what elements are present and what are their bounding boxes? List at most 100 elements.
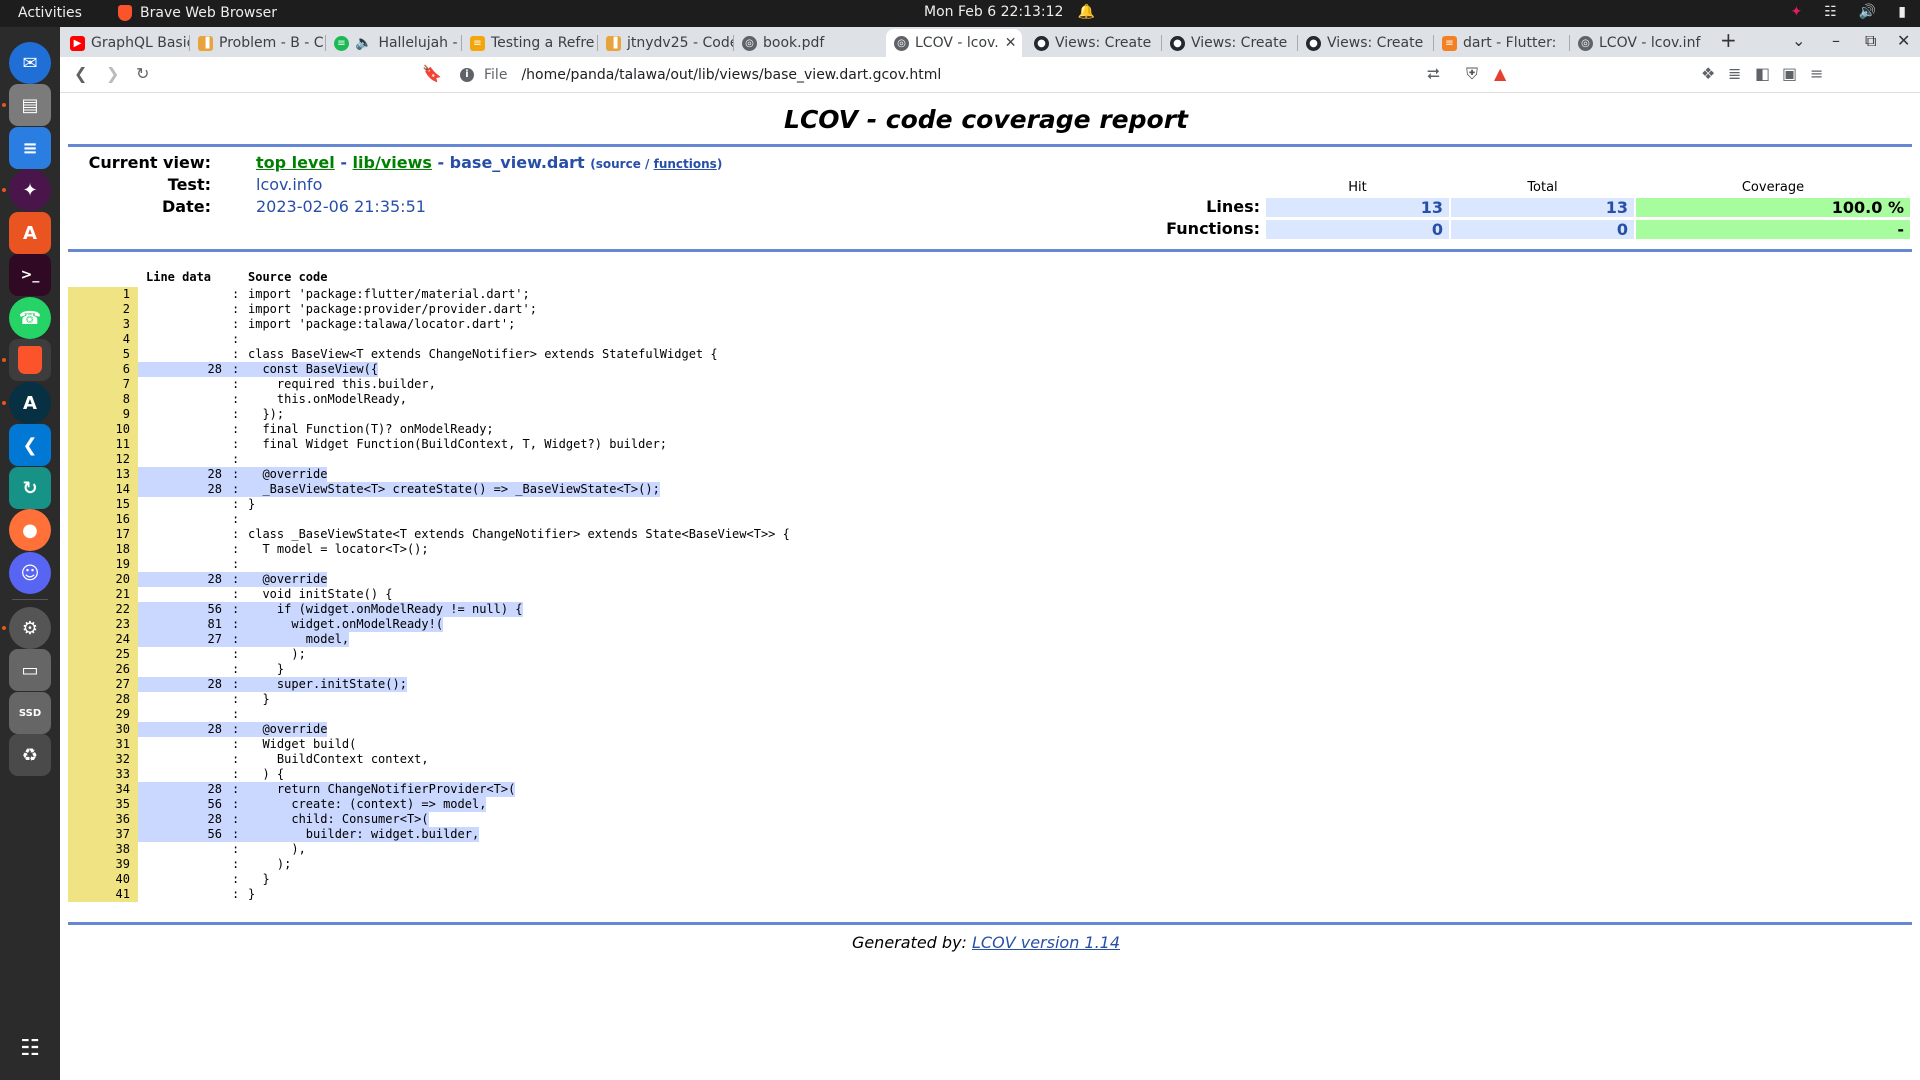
hit-count: 28 [207, 782, 222, 796]
separator: : [232, 722, 240, 736]
line-number: 35 [68, 797, 138, 812]
app-center-icon[interactable]: A [9, 212, 51, 254]
tab-0[interactable]: ▶ GraphQL Basic [62, 29, 190, 57]
line-number: 27 [68, 677, 138, 692]
breadcrumb-lib-views[interactable]: lib/views [353, 153, 432, 172]
url-text: /home/panda/talawa/out/lib/views/base_vi… [521, 67, 942, 83]
tab-8[interactable]: ● Views: Create [1162, 29, 1298, 57]
trash-icon[interactable]: ♻ [9, 734, 51, 776]
address-bar[interactable]: i File /home/panda/talawa/out/lib/views/… [450, 60, 1450, 90]
separator: : [232, 842, 240, 856]
clock[interactable]: Mon Feb 6 22:13:12 🔔 [924, 4, 1095, 20]
thunderbird-icon[interactable]: ✉ [9, 42, 51, 84]
tab-1[interactable]: ▐ Problem - B - C [190, 29, 326, 57]
playlist-icon[interactable]: ≣ [1728, 64, 1741, 83]
footer-divider [68, 922, 1912, 925]
separator: : [232, 317, 240, 331]
tab-7[interactable]: ● Views: Create [1026, 29, 1162, 57]
separator: : [232, 812, 240, 826]
tab-close-icon[interactable]: ✕ [1005, 35, 1017, 51]
tab-9[interactable]: ● Views: Create [1298, 29, 1434, 57]
menu-icon[interactable]: ≡ [1810, 64, 1823, 83]
new-tab-button[interactable]: + [1720, 28, 1737, 52]
info-icon[interactable]: i [460, 68, 474, 82]
source-line: 22 56: if (widget.onModelReady != null) { [68, 602, 1912, 617]
code-text: ); [248, 647, 306, 661]
source-line: 9: }); [68, 407, 1912, 422]
source-line: 27 28: super.initState(); [68, 677, 1912, 692]
line-number: 8 [68, 392, 138, 407]
tab-6-active[interactable]: ◎ LCOV - lcov. ✕ [886, 29, 1022, 57]
brave-shields-icon[interactable]: ⛨ [1466, 64, 1478, 84]
code-text: import 'package:flutter/material.dart'; [248, 287, 530, 301]
maximize-button[interactable]: ⧉ [1865, 31, 1876, 51]
lcov-version-link[interactable]: LCOV version 1.14 [972, 933, 1120, 952]
app-menu[interactable]: Brave Web Browser [118, 5, 277, 21]
blog-icon: ≡ [470, 35, 485, 51]
tab-10[interactable]: ≡ dart - Flutter: [1434, 29, 1570, 57]
system-tray[interactable]: ✦ ☷ 🔊 ▮ [1791, 4, 1906, 20]
functions-label: Functions: [1166, 219, 1260, 238]
show-apps-icon[interactable]: ☷ [9, 1027, 51, 1069]
tab-label: Hallelujah - [378, 35, 458, 51]
brave-icon[interactable] [2, 339, 51, 381]
share-icon[interactable]: ⮂ [1427, 64, 1440, 84]
forward-button[interactable]: ❯ [106, 64, 119, 83]
tab-3[interactable]: ≡ Testing a Refre [462, 29, 598, 57]
activities-button[interactable]: Activities [18, 5, 82, 21]
whatsapp-icon[interactable]: ☎ [9, 297, 51, 339]
ssd-icon[interactable]: SSD [9, 692, 51, 734]
files-icon[interactable]: ▤ [2, 84, 51, 126]
gitkraken-icon[interactable]: ↻ [9, 467, 51, 509]
separator: : [232, 617, 240, 631]
source-line: 8: this.onModelReady, [68, 392, 1912, 407]
back-button[interactable]: ❮ [74, 64, 87, 83]
sidebar-icon[interactable]: ◧ [1755, 64, 1770, 83]
tab-5[interactable]: ◎ book.pdf [734, 29, 870, 57]
code-text: BuildContext context, [248, 752, 429, 766]
separator: : [232, 407, 240, 421]
code-text: _BaseViewState<T> createState() => _Base… [248, 482, 660, 496]
tab-label: Problem - B - C [219, 35, 324, 51]
extensions-icon[interactable]: ❖ [1701, 64, 1715, 83]
functions-total: 0 [1451, 220, 1634, 239]
source-line: 30 28: @override [68, 722, 1912, 737]
slack-icon[interactable]: ✦ [2, 169, 51, 211]
code-text: } [248, 662, 285, 676]
settings-icon[interactable]: ⚙ [2, 607, 51, 649]
brave-rewards-icon[interactable]: ▲ [1494, 64, 1506, 83]
codeforces-icon: ▐ [198, 35, 213, 51]
functions-link[interactable]: functions [654, 157, 717, 171]
code-text: T model = locator<T>(); [248, 542, 429, 556]
minimize-button[interactable]: – [1832, 31, 1840, 50]
bookmark-icon[interactable]: 🔖 [422, 64, 442, 83]
vscode-icon[interactable]: ❮ [9, 424, 51, 466]
line-number: 39 [68, 857, 138, 872]
separator: : [232, 857, 240, 871]
tab-11[interactable]: ◎ LCOV - lcov.inf [1570, 29, 1706, 57]
breadcrumb-top-level[interactable]: top level [256, 153, 335, 172]
tab-2[interactable]: ≡ 🔈 Hallelujah - [326, 29, 462, 57]
android-studio-icon[interactable]: A [2, 382, 51, 424]
code-text: const BaseView({ [248, 362, 379, 376]
github-icon: ● [1034, 35, 1049, 51]
tab-search-chevron-icon[interactable]: ⌄ [1792, 31, 1805, 50]
close-window-button[interactable]: ✕ [1897, 31, 1910, 50]
wallet-icon[interactable]: ▣ [1782, 64, 1797, 83]
writer-icon[interactable]: ≡ [9, 127, 51, 169]
firefox-icon[interactable]: ● [9, 509, 51, 551]
functions-coverage: - [1636, 220, 1910, 239]
reload-button[interactable]: ↻ [136, 64, 149, 83]
tab-4[interactable]: ▐ jtnydv25 - Code [598, 29, 734, 57]
discord-icon[interactable]: ☺ [9, 552, 51, 594]
line-number: 1 [68, 287, 138, 302]
network-icon: ☷ [1824, 4, 1837, 20]
source-link[interactable]: source [596, 157, 641, 171]
tab-label: book.pdf [763, 35, 825, 51]
source-code-header: Source code [248, 270, 328, 284]
line-data-header: Line data [146, 270, 212, 284]
drive-icon[interactable]: ▭ [9, 649, 51, 691]
globe-icon: ◎ [742, 35, 757, 51]
source-line: 3: import 'package:talawa/locator.dart'; [68, 317, 1912, 332]
terminal-icon[interactable]: >_ [9, 254, 51, 296]
